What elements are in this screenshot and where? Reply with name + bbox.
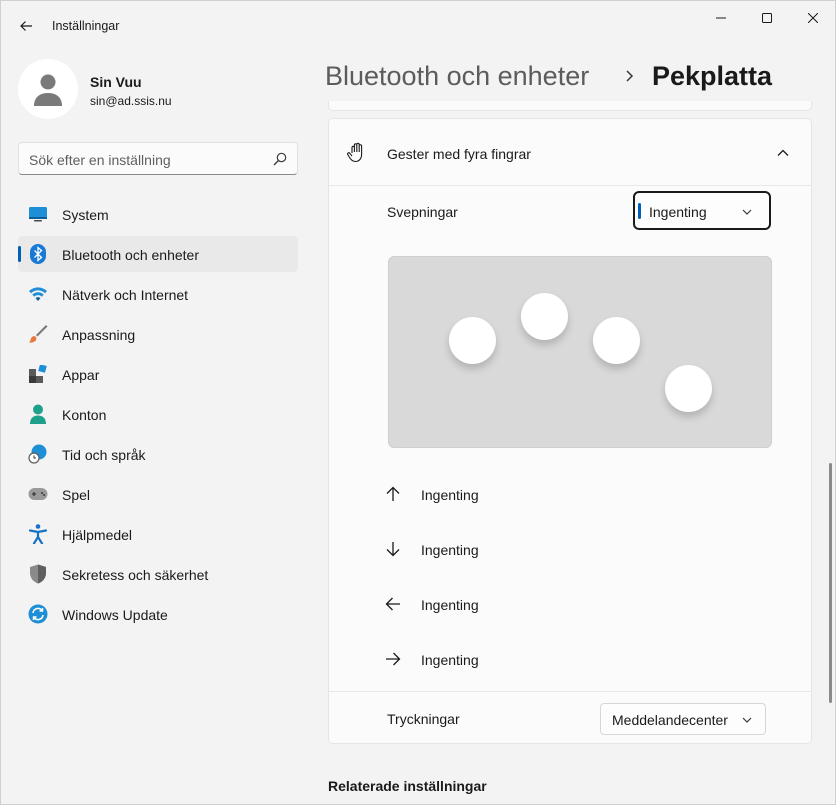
close-button[interactable] (790, 1, 836, 35)
close-icon (808, 13, 818, 23)
sidebar-nav: System Bluetooth och enheter Nätverk och… (18, 196, 298, 636)
user-name: Sin Vuu (90, 74, 142, 90)
sidebar-item-accessibility[interactable]: Hjälpmedel (18, 516, 298, 552)
sidebar-item-system[interactable]: System (18, 196, 298, 232)
breadcrumb-parent[interactable]: Bluetooth och enheter (325, 61, 589, 92)
sidebar-item-accounts[interactable]: Konton (18, 396, 298, 432)
finger-dot (449, 317, 496, 364)
sidebar-item-label: Tid och språk (62, 447, 146, 463)
sidebar-item-label: Spel (62, 487, 91, 503)
app-title: Inställningar (52, 19, 120, 33)
arrow-back-icon (20, 21, 32, 31)
taps-label: Tryckningar (387, 711, 460, 727)
sidebar-item-label: Bluetooth och enheter (62, 247, 199, 263)
bluetooth-icon (28, 244, 48, 264)
sidebar-item-windows-update[interactable]: Windows Update (18, 596, 298, 632)
card-title: Gester med fyra fingrar (387, 146, 531, 162)
update-icon (28, 604, 48, 624)
finger-dot (593, 317, 640, 364)
accessibility-icon (28, 524, 48, 544)
direction-label: Ingenting (421, 652, 479, 668)
search-placeholder: Sök efter en inställning (29, 152, 171, 168)
brush-icon (28, 324, 48, 344)
gamepad-icon (28, 484, 48, 504)
minimize-button[interactable] (698, 1, 744, 35)
swipes-value: Ingenting (649, 204, 707, 220)
sidebar-item-gaming[interactable]: Spel (18, 476, 298, 512)
taps-dropdown[interactable]: Meddelandecenter (600, 703, 766, 735)
previous-card (328, 101, 812, 111)
avatar[interactable] (18, 59, 78, 119)
monitor-icon (28, 204, 48, 224)
swipes-label: Svepningar (387, 204, 458, 220)
person-avatar-icon (34, 74, 62, 106)
sidebar-item-personalization[interactable]: Anpassning (18, 316, 298, 352)
sidebar-item-label: Appar (62, 367, 100, 383)
sidebar-item-privacy[interactable]: Sekretess och säkerhet (18, 556, 298, 592)
chevron-down-icon (742, 717, 752, 723)
sidebar-item-apps[interactable]: Appar (18, 356, 298, 392)
sidebar-item-label: Hjälpmedel (62, 527, 133, 543)
card-header[interactable]: Gester med fyra fingrar (329, 119, 811, 186)
maximize-button[interactable] (744, 1, 790, 35)
finger-dot (665, 365, 712, 412)
direction-label: Ingenting (421, 542, 479, 558)
person-icon (28, 404, 48, 424)
selection-indicator (18, 246, 21, 262)
sidebar-item-time-language[interactable]: Tid och språk (18, 436, 298, 472)
search-icon (273, 152, 287, 166)
sidebar-item-network[interactable]: Nätverk och Internet (18, 276, 298, 312)
sidebar-item-bluetooth[interactable]: Bluetooth och enheter (18, 236, 298, 272)
globe-clock-icon (28, 444, 48, 464)
wifi-icon (28, 284, 48, 304)
search-input[interactable]: Sök efter en inställning (18, 142, 298, 175)
page-title: Pekplatta (652, 61, 773, 91)
sidebar-item-label: Anpassning (62, 327, 136, 343)
gesture-preview (388, 256, 772, 448)
maximize-icon (762, 13, 772, 23)
related-settings-heading: Relaterade inställningar (328, 778, 487, 794)
swipes-dropdown[interactable]: Ingenting (633, 191, 771, 230)
arrow-up-icon (386, 486, 400, 501)
divider (329, 691, 811, 692)
user-email: sin@ad.ssis.nu (90, 94, 172, 108)
direction-label: Ingenting (421, 597, 479, 613)
scrollbar[interactable] (829, 463, 832, 703)
chevron-right-icon (626, 70, 634, 82)
arrow-down-icon (386, 542, 400, 557)
finger-dot (521, 293, 568, 340)
arrow-right-icon (386, 652, 401, 666)
shield-icon (28, 564, 48, 584)
arrow-left-icon (385, 597, 400, 611)
minimize-icon (716, 17, 726, 19)
chevron-up-icon[interactable] (775, 145, 791, 161)
apps-icon (28, 364, 48, 384)
settings-window: Inställningar Sin Vuu sin@ad.ssis.nu Sök… (0, 0, 836, 805)
focus-accent (638, 203, 641, 219)
sidebar-item-label: Windows Update (62, 607, 168, 623)
sidebar-item-label: Nätverk och Internet (62, 287, 189, 303)
chevron-down-icon (742, 209, 752, 215)
sidebar-item-label: Konton (62, 407, 107, 423)
hand-gesture-icon (347, 142, 363, 163)
direction-label: Ingenting (421, 487, 479, 503)
back-button[interactable] (11, 11, 41, 41)
title-bar: Inställningar (1, 1, 836, 49)
sidebar-item-label: Sekretess och säkerhet (62, 567, 209, 583)
sidebar-item-label: System (62, 207, 109, 223)
taps-value: Meddelandecenter (612, 712, 728, 728)
